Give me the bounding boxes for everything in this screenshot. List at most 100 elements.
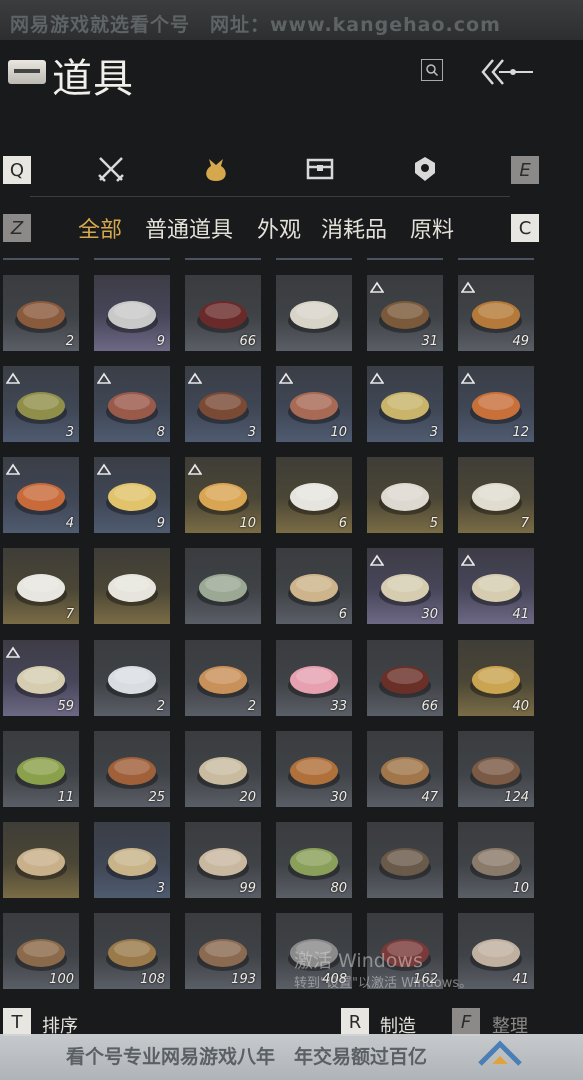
item-count: 47 (421, 790, 438, 805)
item-slot[interactable]: 6 (276, 548, 352, 624)
tab-items[interactable] (199, 152, 233, 186)
windows-activation-title: 激活 Windows (294, 950, 423, 972)
item-slot[interactable]: 30 (276, 731, 352, 807)
item-slot[interactable]: 8 (94, 366, 170, 442)
plum-blossom-icon (284, 650, 344, 706)
item-slot[interactable]: 2 (3, 275, 79, 351)
item-count: 3 (429, 425, 438, 440)
next-tab-key[interactable]: E (511, 156, 539, 184)
item-slot[interactable]: 193 (185, 913, 261, 989)
sort-key[interactable]: T (3, 1008, 31, 1036)
prev-subtab-key[interactable]: Z (3, 214, 31, 242)
item-count: 7 (65, 607, 74, 622)
item-slot[interactable]: 33 (276, 640, 352, 716)
item-slot[interactable]: 3 (94, 822, 170, 898)
paper-sheet-icon (284, 558, 344, 614)
item-slot[interactable]: 124 (458, 731, 534, 807)
item-count: 9 (156, 334, 165, 349)
item-slot[interactable]: 9 (94, 457, 170, 533)
item-slot[interactable] (94, 548, 170, 624)
column-indicator (367, 258, 443, 260)
meatballs-icon (466, 376, 526, 432)
item-slot[interactable]: 41 (458, 548, 534, 624)
mountain-emblem-icon (102, 285, 162, 341)
item-slot[interactable] (3, 822, 79, 898)
arrows-icon (375, 741, 435, 797)
item-slot[interactable]: 59 (3, 640, 79, 716)
dumplings-icon (284, 285, 344, 341)
prev-tab-key[interactable]: Q (3, 156, 31, 184)
craft-key[interactable]: R (341, 1008, 369, 1036)
item-slot[interactable]: 10 (276, 366, 352, 442)
item-count: 8 (156, 425, 165, 440)
item-slot[interactable]: 9 (94, 275, 170, 351)
item-count: 108 (140, 972, 165, 987)
back-button[interactable] (479, 56, 535, 88)
item-slot[interactable]: 66 (185, 275, 261, 351)
item-slot[interactable]: 7 (3, 548, 79, 624)
windows-activation-hint: 转到"设置"以激活 Windows。 (294, 976, 473, 991)
item-count: 3 (65, 425, 74, 440)
item-slot[interactable]: 25 (94, 731, 170, 807)
crossed-swords-icon (98, 157, 124, 182)
next-subtab-key[interactable]: C (511, 214, 539, 242)
item-slot[interactable]: 99 (185, 822, 261, 898)
item-count: 66 (421, 699, 438, 714)
item-slot[interactable]: 80 (276, 822, 352, 898)
item-count: 12 (512, 425, 529, 440)
page-title: 道具 (52, 56, 134, 102)
item-slot[interactable]: 3 (367, 366, 443, 442)
painting-scroll-icon (11, 832, 71, 888)
item-count: 10 (512, 881, 529, 896)
item-count: 99 (239, 881, 256, 896)
item-slot[interactable]: 6 (276, 457, 352, 533)
item-slot[interactable]: 3 (185, 366, 261, 442)
tofu-cubes-icon (102, 467, 162, 523)
item-count: 100 (49, 972, 74, 987)
tab-divider (30, 196, 510, 197)
item-slot[interactable]: 2 (94, 640, 170, 716)
item-slot[interactable]: 11 (3, 731, 79, 807)
item-slot[interactable]: 12 (458, 366, 534, 442)
paper-lantern-icon (102, 650, 162, 706)
item-slot[interactable]: 10 (185, 457, 261, 533)
item-slot[interactable]: 4 (3, 457, 79, 533)
item-count: 66 (239, 334, 256, 349)
floral-bowl-icon (375, 467, 435, 523)
custard-bowl-icon (375, 376, 435, 432)
item-slot[interactable]: 40 (458, 640, 534, 716)
item-slot[interactable]: 49 (458, 275, 534, 351)
subtab-appearance[interactable]: 外观 (257, 212, 301, 244)
item-slot[interactable]: 7 (458, 457, 534, 533)
item-count: 31 (421, 334, 438, 349)
item-slot[interactable]: 2 (185, 640, 261, 716)
item-slot[interactable] (185, 548, 261, 624)
dark-logs-icon (375, 832, 435, 888)
item-slot[interactable]: 108 (94, 913, 170, 989)
tab-weapons[interactable] (94, 152, 128, 186)
subtab-materials[interactable]: 原料 (410, 212, 454, 244)
item-slot[interactable]: 100 (3, 913, 79, 989)
item-slot[interactable]: 30 (367, 548, 443, 624)
subtab-consumables[interactable]: 消耗品 (321, 212, 387, 244)
subtab-all[interactable]: 全部 (78, 212, 122, 244)
inventory-pouch-icon (8, 60, 46, 84)
item-slot[interactable]: 66 (367, 640, 443, 716)
item-slot[interactable] (276, 275, 352, 351)
tab-outfits[interactable] (303, 152, 337, 186)
item-slot[interactable]: 10 (458, 822, 534, 898)
item-slot[interactable]: 20 (185, 731, 261, 807)
item-slot[interactable] (367, 822, 443, 898)
item-slot[interactable]: 47 (367, 731, 443, 807)
pouch-icon (206, 159, 226, 181)
item-slot[interactable]: 31 (367, 275, 443, 351)
flatbread-icon (193, 650, 253, 706)
letter-page-icon (375, 558, 435, 614)
celadon-vase-icon (193, 558, 253, 614)
item-slot[interactable]: 5 (367, 457, 443, 533)
gold-coin-icon (466, 650, 526, 706)
item-slot[interactable]: 3 (3, 366, 79, 442)
tab-badges[interactable] (408, 152, 442, 186)
search-button[interactable] (421, 59, 443, 81)
subtab-common-items[interactable]: 普通道具 (145, 212, 233, 244)
